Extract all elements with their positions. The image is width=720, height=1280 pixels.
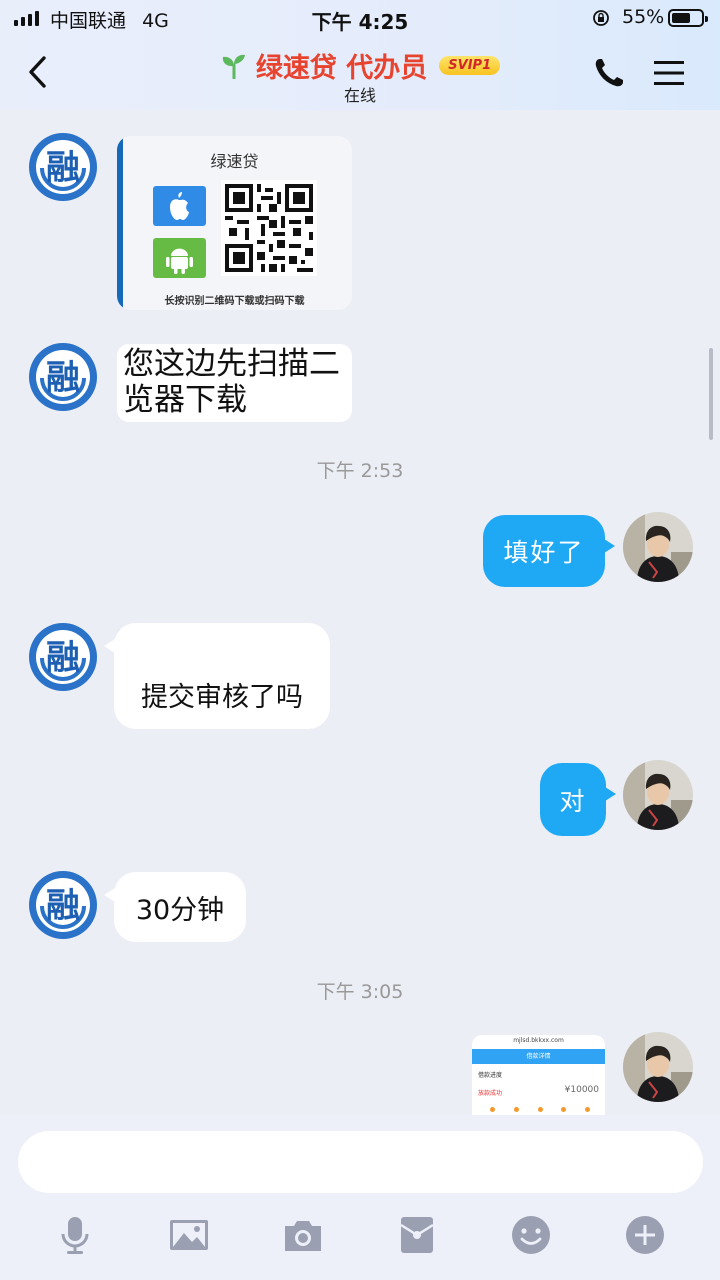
- bot-avatar[interactable]: 融: [28, 870, 98, 940]
- svg-text:融: 融: [46, 358, 80, 398]
- scrollbar[interactable]: [709, 348, 713, 440]
- qr-code-image: [221, 180, 317, 276]
- bot-message-bubble[interactable]: 30分钟: [104, 872, 246, 942]
- bot-avatar[interactable]: 融: [28, 342, 98, 412]
- menu-button[interactable]: [652, 58, 686, 88]
- timestamp: 下午 2:53: [316, 460, 404, 482]
- red-packet-icon[interactable]: [395, 1213, 439, 1257]
- phone-call-button[interactable]: [592, 56, 626, 90]
- progress-dots: [490, 1107, 590, 1112]
- message-input[interactable]: [18, 1131, 703, 1193]
- chat-area[interactable]: 融 绿速贷 长按识别二维码下载或扫码下载 融 您这边先扫描二 览器下载 下午 2…: [0, 110, 720, 1115]
- vip-badge: SVIP1: [439, 56, 501, 75]
- user-avatar[interactable]: [623, 1032, 693, 1102]
- user-message-bubble[interactable]: 填好了: [483, 515, 615, 587]
- battery-percent: 55%: [622, 6, 665, 28]
- qr-card-caption: 长按识别二维码下载或扫码下载: [164, 296, 305, 307]
- camera-icon[interactable]: [281, 1213, 325, 1257]
- composer-toolbar: [0, 1213, 720, 1261]
- screenshot-url: mjlsd.bkkxx.com: [513, 1037, 564, 1044]
- screenshot-image-message[interactable]: mjlsd.bkkxx.com 借款详情 借款进度 放款成功 ¥10000: [472, 1035, 605, 1115]
- status-bar: 中国联通 4G 下午 4:25 55%: [0, 0, 720, 38]
- qr-card-title: 绿速贷: [210, 152, 259, 171]
- chat-header: 绿速贷 代办员 SVIP1 在线: [0, 38, 720, 110]
- message-text: 对: [559, 786, 587, 816]
- message-text: 提交审核了吗: [141, 681, 303, 713]
- bot-message-bubble[interactable]: 提交审核了吗: [104, 623, 330, 729]
- screenshot-amount: ¥10000: [564, 1085, 599, 1095]
- orientation-lock-icon: [593, 10, 609, 26]
- android-icon: [153, 238, 206, 278]
- bot-avatar[interactable]: 融: [28, 622, 98, 692]
- screenshot-status: 放款成功: [478, 1090, 503, 1097]
- image-text-line: 览器下载: [123, 382, 247, 418]
- status-time: 下午 4:25: [311, 10, 409, 34]
- svg-text:融: 融: [46, 886, 80, 926]
- emoji-icon[interactable]: [509, 1213, 553, 1257]
- image-text-line: 您这边先扫描二: [123, 346, 340, 382]
- message-text: 填好了: [503, 538, 585, 567]
- apple-icon: [153, 186, 206, 226]
- sprout-icon: [222, 54, 245, 79]
- screenshot-title: 借款详情: [526, 1053, 551, 1060]
- mic-icon[interactable]: [53, 1213, 97, 1257]
- battery-icon: [668, 9, 708, 27]
- bot-avatar[interactable]: 融: [28, 132, 98, 202]
- screenshot-row-label: 借款进度: [478, 1072, 503, 1079]
- user-avatar[interactable]: [623, 760, 693, 830]
- user-avatar[interactable]: [623, 512, 693, 582]
- svg-text:融: 融: [46, 638, 80, 678]
- image-message[interactable]: 您这边先扫描二 览器下载: [117, 344, 352, 422]
- timestamp: 下午 3:05: [316, 981, 404, 1003]
- svg-text:融: 融: [46, 148, 80, 188]
- composer: [0, 1115, 720, 1280]
- image-icon[interactable]: [167, 1213, 211, 1257]
- message-text: 30分钟: [135, 894, 225, 926]
- qr-code-card[interactable]: 绿速贷 长按识别二维码下载或扫码下载: [117, 136, 352, 310]
- user-message-bubble[interactable]: 对: [540, 763, 616, 836]
- plus-icon[interactable]: [623, 1213, 667, 1257]
- page-title: 绿速贷 代办员: [255, 53, 428, 84]
